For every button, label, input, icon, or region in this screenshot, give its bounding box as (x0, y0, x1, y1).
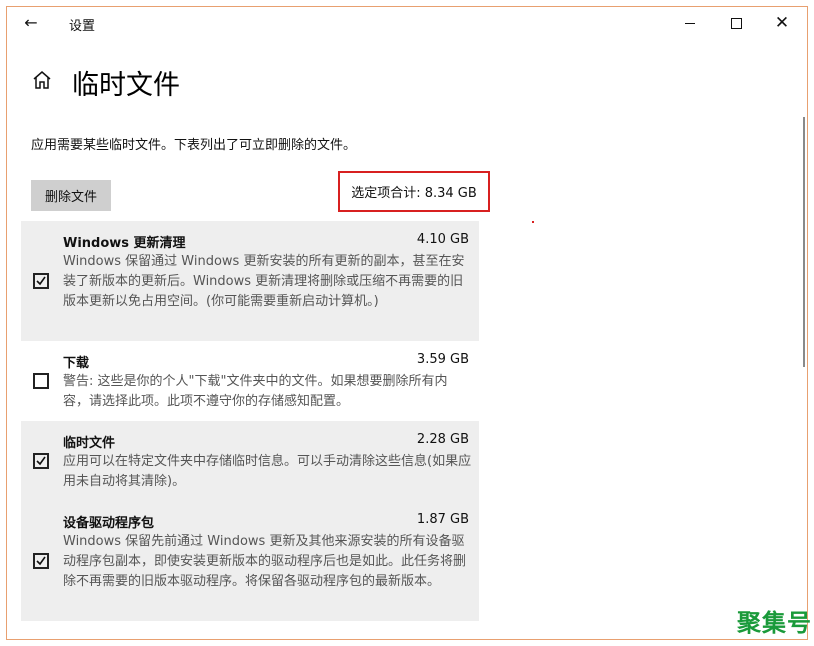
maximize-icon (730, 17, 742, 29)
close-button[interactable]: ✕ (759, 7, 805, 39)
check-icon (36, 276, 46, 286)
page-description: 应用需要某些临时文件。下表列出了可立即删除的文件。 (31, 138, 357, 153)
list-item[interactable]: 下载 3.59 GB 警告: 这些是你的个人"下载"文件夹中的文件。如果想要删除所有… (21, 341, 479, 421)
item-size: 4.10 GB (416, 232, 469, 247)
checkbox-unchecked[interactable] (33, 373, 49, 389)
item-size: 3.59 GB (416, 352, 469, 367)
delete-files-button[interactable]: 删除文件 (31, 180, 111, 211)
close-icon: ✕ (774, 12, 790, 33)
item-size: 1.87 GB (416, 512, 469, 527)
list-item[interactable]: Windows 更新清理 4.10 GB Windows 保留通过 Windows … (21, 221, 479, 341)
list-item[interactable]: 设备驱动程序包 1.87 GB Windows 保留先前通过 Windows 更新及… (21, 501, 479, 621)
item-name: 下载 (63, 356, 90, 371)
check-icon (36, 556, 46, 566)
item-name: Windows 更新清理 (63, 236, 186, 251)
check-icon (36, 456, 46, 466)
home-icon[interactable] (31, 69, 53, 91)
item-description: 警告: 这些是你的个人"下载"文件夹中的文件。如果想要删除所有内容，请选择此项。… (63, 374, 448, 409)
maximize-button[interactable] (713, 7, 759, 39)
red-dot-mark (532, 221, 534, 223)
item-description: 应用可以在特定文件夹中存储临时信息。可以手动清除这些信息(如果应用未自动将其清除… (63, 454, 472, 489)
window-title: 设置 (69, 19, 96, 34)
item-description: Windows 保留通过 Windows 更新安装的所有更新的副本，甚至在安装了… (63, 254, 465, 309)
scrollbar[interactable] (803, 117, 805, 367)
item-name: 设备驱动程序包 (63, 516, 155, 531)
item-size: 2.28 GB (416, 432, 469, 447)
checkbox-checked[interactable] (33, 453, 49, 469)
checkbox-checked[interactable] (33, 273, 49, 289)
settings-window: ← 设置 ✕ 临时文件 应用需要某些临时文件。下表列出了可立即删除的文件。 删除… (6, 6, 808, 640)
selected-total-label: 选定项合计: 8.34 GB (338, 171, 490, 212)
temp-file-list: Windows 更新清理 4.10 GB Windows 保留通过 Windows … (21, 221, 479, 621)
title-bar: ← 设置 ✕ (7, 7, 807, 39)
checkbox-checked[interactable] (33, 553, 49, 569)
minimize-button[interactable] (667, 7, 713, 39)
minimize-icon (685, 22, 695, 24)
item-description: Windows 保留先前通过 Windows 更新及其他来源安装的所有设备驱动程… (63, 534, 467, 589)
item-name: 临时文件 (63, 436, 116, 451)
back-arrow-icon[interactable]: ← (21, 15, 41, 31)
list-item[interactable]: 临时文件 2.28 GB 应用可以在特定文件夹中存储临时信息。可以手动清除这些信息(… (21, 421, 479, 501)
page-title: 临时文件 (72, 70, 180, 101)
watermark-logo: 聚集号 (737, 609, 812, 637)
